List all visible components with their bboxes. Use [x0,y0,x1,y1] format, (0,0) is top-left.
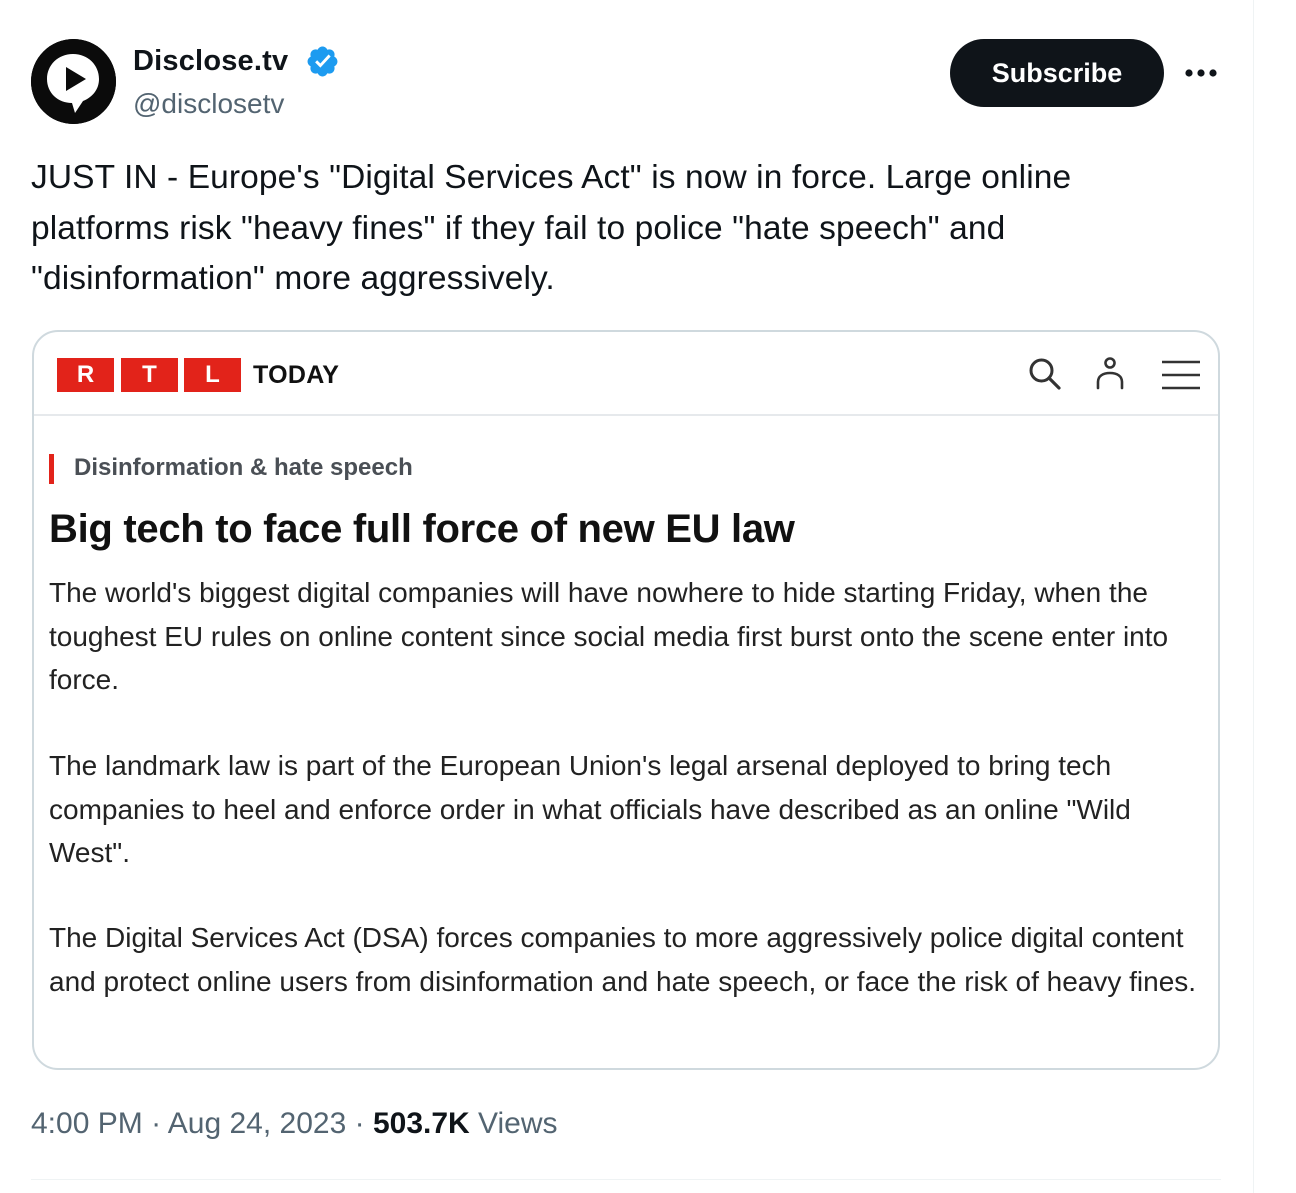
article-paragraph: The landmark law is part of the European… [49,750,1131,868]
footer-divider [31,1179,1221,1180]
logo-suffix: TODAY [253,361,340,389]
tweet-meta: 4:00 PM · Aug 24, 2023 · 503.7K Views [31,1104,558,1144]
media-card[interactable]: R T L TODAY Disinformation & hate speech… [32,330,1220,1070]
article-headline: Big tech to face full force of new EU la… [49,507,795,551]
tweet-text: JUST IN - Europe's "Digital Services Act… [31,159,1072,297]
author-avatar[interactable] [31,39,116,124]
author-handle[interactable]: @disclosetv [133,86,284,122]
tweet-time[interactable]: 4:00 PM [31,1107,143,1140]
tweet-date[interactable]: Aug 24, 2023 [168,1107,347,1140]
meta-separator: · [151,1107,162,1140]
more-horizontal-icon [1185,69,1217,77]
card-site-header: R T L TODAY [34,332,1218,416]
article-category: Disinformation & hate speech [74,454,413,481]
meta-separator: · [354,1107,365,1140]
logo-letter-r: R [57,358,114,392]
logo-letter-l: L [184,358,241,392]
views-count: 503.7K [372,1107,470,1140]
category-accent-bar [49,454,54,484]
article-paragraph: The world's biggest digital companies wi… [49,577,1169,695]
verified-badge-icon [307,46,338,77]
play-bubble-icon [31,39,116,124]
timeline-divider [1253,0,1254,1193]
article-paragraph: The Digital Services Act (DSA) forces co… [49,922,1197,997]
views-label: Views [478,1107,558,1140]
more-options-button[interactable] [1181,55,1221,91]
logo-letter-t: T [121,358,178,392]
user-icon [1096,357,1124,390]
search-icon [1029,358,1061,390]
menu-icon [1162,360,1200,390]
author-display-name[interactable]: Disclose.tv [133,42,288,80]
subscribe-button[interactable]: Subscribe [950,39,1164,107]
